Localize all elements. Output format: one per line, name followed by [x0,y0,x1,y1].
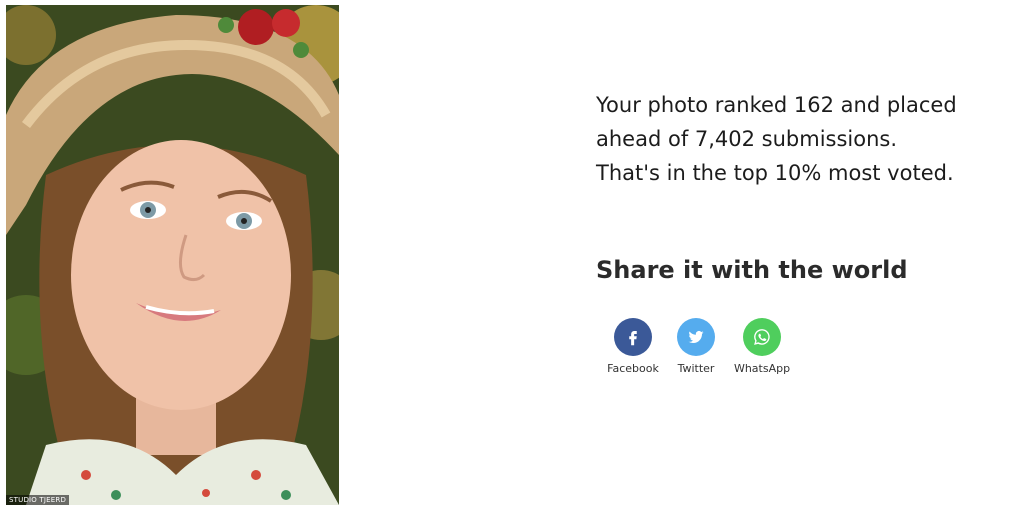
whatsapp-icon [743,318,781,356]
submitted-photo: STUDIO TJEERD [6,5,339,505]
twitter-share-button[interactable]: Twitter [666,318,726,375]
ranking-line-2: ahead of 7,402 submissions. [596,127,898,151]
whatsapp-share-button[interactable]: WhatsApp [726,318,798,375]
photo-credit: STUDIO TJEERD [6,495,70,505]
share-buttons: Facebook Twitter WhatsApp [600,318,798,375]
ranking-summary: Your photo ranked 162 and placed ahead o… [596,88,1016,190]
result-page: STUDIO TJEERD Your photo ranked 162 and … [0,0,1024,511]
whatsapp-label: WhatsApp [733,362,791,375]
facebook-share-button[interactable]: Facebook [600,318,666,375]
share-heading: Share it with the world [596,256,908,284]
facebook-label: Facebook [607,362,659,375]
twitter-icon [677,318,715,356]
facebook-icon [614,318,652,356]
twitter-label: Twitter [677,362,715,375]
ranking-line-1: Your photo ranked 162 and placed [596,93,957,117]
ranking-line-3: That's in the top 10% most voted. [596,161,954,185]
